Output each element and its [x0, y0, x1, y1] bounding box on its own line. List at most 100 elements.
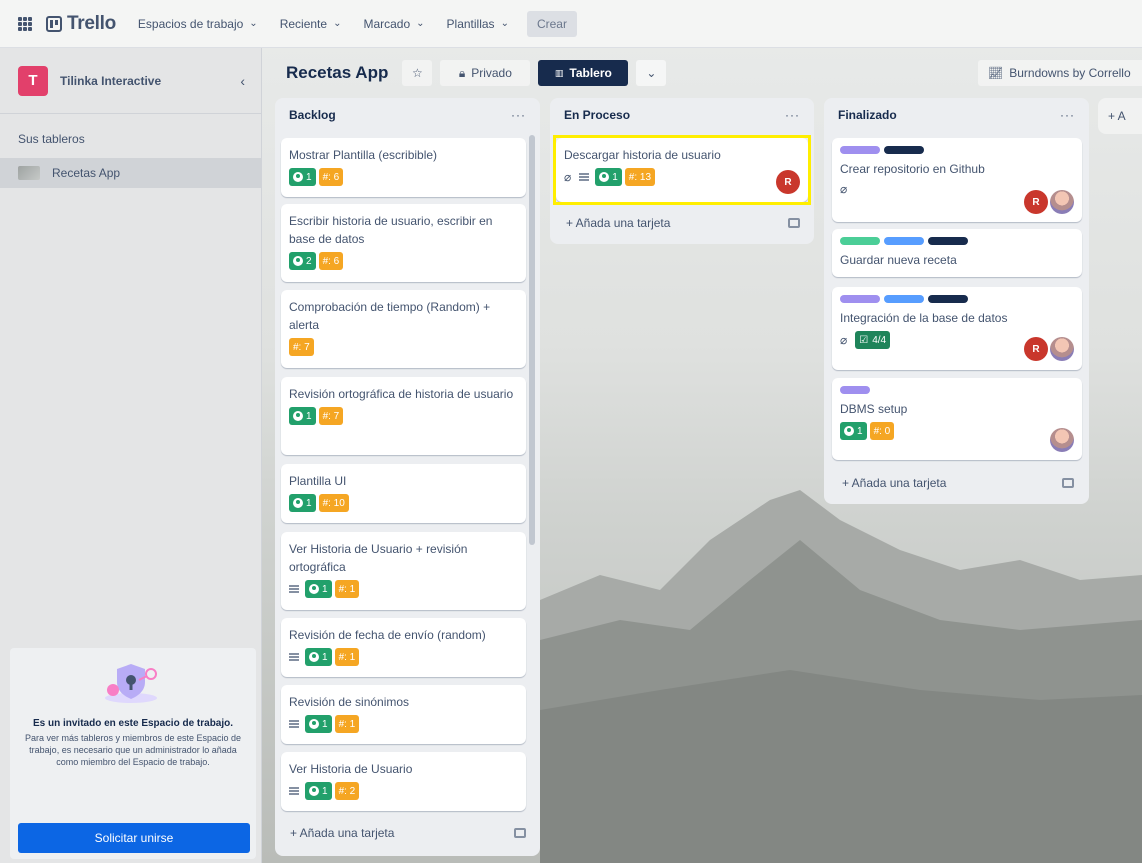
shield-key-illustration-icon	[105, 664, 157, 703]
card-template-icon[interactable]	[514, 828, 526, 838]
card[interactable]: Guardar nueva receta	[832, 229, 1082, 277]
nav-workspaces[interactable]: Espacios de trabajo ⌄	[130, 11, 266, 37]
card[interactable]: Integración de la base de datos ⌀ ☑ 4/4 R	[832, 287, 1082, 370]
card[interactable]: Plantilla UI 1 #: 10	[281, 464, 526, 523]
card-labels	[840, 237, 1074, 245]
mountain-background	[540, 490, 1142, 863]
label-navy	[928, 295, 968, 303]
list-scrollbar[interactable]	[529, 135, 535, 545]
card-badges: 1 #: 1	[289, 648, 518, 666]
card[interactable]: Comprobación de tiempo (Random) + alerta…	[281, 290, 526, 368]
card-template-icon[interactable]	[788, 218, 800, 228]
burndown-powerup-button[interactable]: 📈︎ Burndowns by Corrello	[978, 60, 1142, 86]
estimate-badge: #: 1	[334, 580, 360, 598]
board-title[interactable]: Recetas App	[286, 63, 388, 83]
points-value: 1	[322, 718, 328, 730]
star-icon: ☆	[411, 66, 423, 80]
app-switcher-icon[interactable]	[18, 16, 32, 31]
workspace-name[interactable]: Tilinka Interactive	[60, 74, 240, 88]
estimate-badge: #: 2	[334, 782, 360, 800]
view-switcher-button[interactable]: ⌄	[636, 60, 667, 86]
card[interactable]: Ver Historia de Usuario 1 #: 2	[281, 752, 526, 811]
workspace-avatar[interactable]: T	[18, 65, 48, 96]
card-title: Plantilla UI	[289, 474, 347, 488]
nav-recent[interactable]: Reciente ⌄	[272, 11, 350, 37]
visibility-button[interactable]: 🔒︎ Privado	[440, 60, 531, 86]
card-template-icon[interactable]	[1062, 478, 1074, 488]
collapse-sidebar-icon[interactable]: ‹	[240, 73, 245, 89]
top-bar: Trello Espacios de trabajo ⌄ Reciente ⌄ Ma…	[0, 0, 1142, 48]
guest-notice-description: Para ver más tableros y miembros de este…	[24, 733, 242, 767]
sidebar-board-recetas-app[interactable]: Recetas App	[0, 158, 261, 188]
card[interactable]: Revisión de sinónimos 1 #: 1	[281, 685, 526, 744]
label-purple	[840, 386, 870, 394]
card[interactable]: DBMS setup 1 #: 0	[832, 378, 1082, 460]
list-title[interactable]: Finalizado	[838, 108, 897, 122]
card[interactable]: Escribir historia de usuario, escribir e…	[281, 204, 526, 282]
add-card-button[interactable]: + Añada una tarjeta	[566, 216, 670, 230]
card-badges: 2 #: 6	[289, 252, 518, 270]
card-title: Mostrar Plantilla (escribible)	[289, 148, 438, 162]
checklist-value: 4/4	[872, 334, 887, 346]
card-title: Integración de la base de datos	[840, 311, 1008, 325]
member-avatar-photo[interactable]	[1050, 190, 1074, 214]
member-avatar-photo[interactable]	[1050, 428, 1074, 452]
guest-notice-title: Es un invitado en este Espacio de trabaj…	[32, 718, 234, 729]
request-join-button[interactable]: Solicitar unirse	[18, 823, 250, 853]
member-avatar[interactable]: R	[1024, 190, 1048, 214]
burndown-label: Burndowns by Corrello	[1009, 66, 1131, 80]
nav-templates[interactable]: Plantillas ⌄	[439, 11, 517, 37]
description-icon	[289, 720, 299, 728]
card[interactable]: Crear repositorio en Github ⌀ R	[832, 138, 1082, 222]
add-card-button[interactable]: + Añada una tarjeta	[290, 826, 394, 840]
card[interactable]: Revisión de fecha de envío (random) 1 #:…	[281, 618, 526, 677]
list-menu-icon[interactable]: ···	[1060, 108, 1075, 122]
trello-logo[interactable]: Trello	[46, 13, 116, 35]
points-value: 1	[306, 410, 312, 422]
attachment-icon: ⌀	[840, 182, 848, 196]
label-blue	[884, 237, 924, 245]
points-icon	[309, 584, 319, 594]
estimate-badge: #: 7	[289, 338, 314, 356]
points-icon	[293, 411, 303, 421]
add-list-button[interactable]: + A	[1098, 98, 1142, 134]
list-menu-icon[interactable]: ···	[785, 108, 800, 122]
member-avatar-photo[interactable]	[1050, 337, 1074, 361]
estimate-badge: #: 0	[869, 422, 895, 440]
label-purple	[840, 295, 880, 303]
board-view-button[interactable]: ▥ Tablero	[538, 60, 629, 86]
estimate-badge: #: 10	[318, 494, 349, 512]
list-title[interactable]: En Proceso	[564, 108, 630, 122]
card-title: DBMS setup	[840, 402, 908, 416]
list-title[interactable]: Backlog	[289, 108, 336, 122]
points-badge: 1	[305, 715, 332, 733]
card-badges: 1 #: 7	[289, 407, 518, 425]
description-icon	[289, 787, 299, 795]
points-badge: 1	[289, 407, 316, 425]
star-board-button[interactable]: ☆	[402, 60, 433, 86]
nav-starred-label: Marcado	[363, 16, 411, 31]
card[interactable]: Mostrar Plantilla (escribible) 1 #: 6	[281, 138, 526, 197]
card-badges: 1 #: 6	[289, 168, 518, 186]
member-avatar[interactable]: R	[1024, 337, 1048, 361]
checkbox-icon: ☑	[859, 334, 869, 346]
add-card-button[interactable]: + Añada una tarjeta	[842, 476, 946, 490]
nav-starred[interactable]: Marcado ⌄	[355, 11, 432, 37]
card-title: Ver Historia de Usuario	[289, 762, 413, 776]
highlight-box	[553, 135, 811, 205]
card[interactable]: Revisión ortográfica de historia de usua…	[281, 377, 526, 455]
card-badges: #: 7	[289, 338, 518, 356]
card-title: Comprobación de tiempo (Random) + alerta	[289, 300, 491, 332]
sidebar: T Tilinka Interactive ‹ Sus tableros Rec…	[0, 48, 262, 863]
trello-logo-icon	[46, 15, 62, 32]
label-blue	[884, 295, 924, 303]
points-badge: 1	[289, 168, 316, 186]
card-title: Ver Historia de Usuario + revisión ortog…	[289, 542, 468, 574]
description-icon	[289, 585, 299, 593]
list-menu-icon[interactable]: ···	[511, 108, 526, 122]
create-button[interactable]: Crear	[526, 10, 577, 37]
list-header: Finalizado ···	[824, 98, 1089, 132]
visibility-label: Privado	[471, 66, 512, 80]
card[interactable]: Ver Historia de Usuario + revisión ortog…	[281, 532, 526, 610]
points-value: 2	[306, 255, 312, 267]
